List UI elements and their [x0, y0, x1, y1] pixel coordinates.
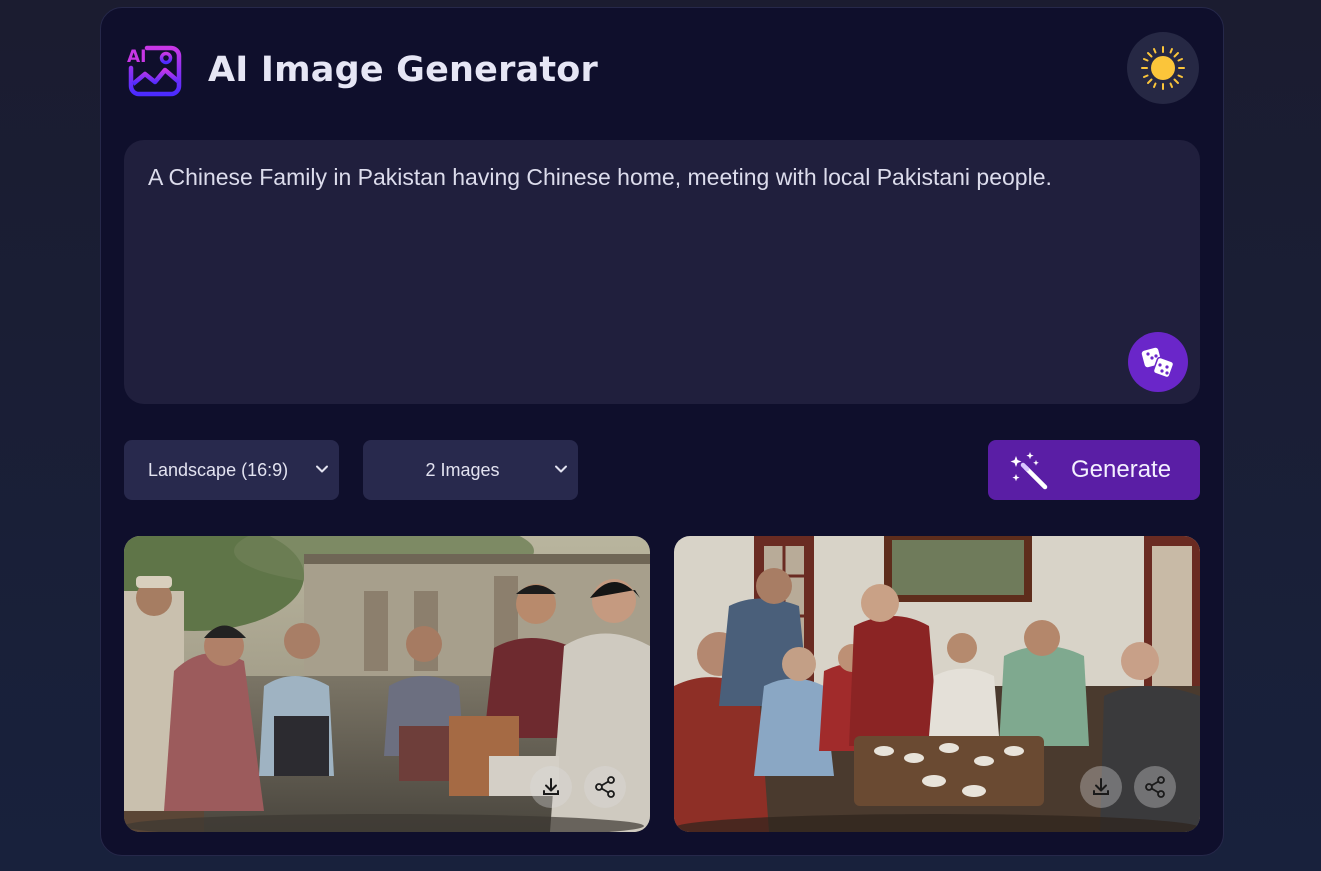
- prompt-textarea[interactable]: A Chinese Family in Pakistan having Chin…: [124, 140, 1200, 404]
- dice-icon: [1141, 347, 1175, 379]
- magic-wand-icon: [1010, 452, 1048, 490]
- chevron-down-icon: [316, 465, 328, 473]
- generated-image-2[interactable]: [674, 536, 1200, 832]
- ai-image-logo-icon: AI: [127, 45, 182, 97]
- image-count-select[interactable]: 2 Images: [363, 440, 578, 500]
- image-count-value: 2 Images: [425, 459, 500, 480]
- aspect-ratio-select[interactable]: Landscape (16:9): [124, 440, 339, 500]
- random-prompt-button[interactable]: [1128, 332, 1188, 392]
- svg-text:AI: AI: [127, 47, 146, 67]
- sun-icon: [1141, 46, 1185, 90]
- generate-label: Generate: [1071, 456, 1172, 483]
- chevron-down-icon: [555, 465, 567, 473]
- theme-toggle-button[interactable]: [1127, 32, 1199, 104]
- share-button[interactable]: [1134, 766, 1176, 808]
- share-icon: [1145, 776, 1165, 798]
- generated-image-1[interactable]: [124, 536, 650, 832]
- generate-button[interactable]: Generate: [988, 440, 1200, 500]
- download-icon: [543, 778, 559, 795]
- generator-card: AI AI Image Generator A Chinese Family i…: [100, 7, 1224, 856]
- share-button[interactable]: [584, 766, 626, 808]
- download-button[interactable]: [530, 766, 572, 808]
- share-icon: [595, 776, 615, 798]
- aspect-ratio-value: Landscape (16:9): [148, 459, 289, 480]
- download-icon: [1093, 778, 1109, 795]
- header: AI AI Image Generator: [125, 32, 1199, 108]
- prompt-text[interactable]: A Chinese Family in Pakistan having Chin…: [148, 164, 1120, 191]
- download-button[interactable]: [1080, 766, 1122, 808]
- page-title: AI Image Generator: [208, 50, 599, 90]
